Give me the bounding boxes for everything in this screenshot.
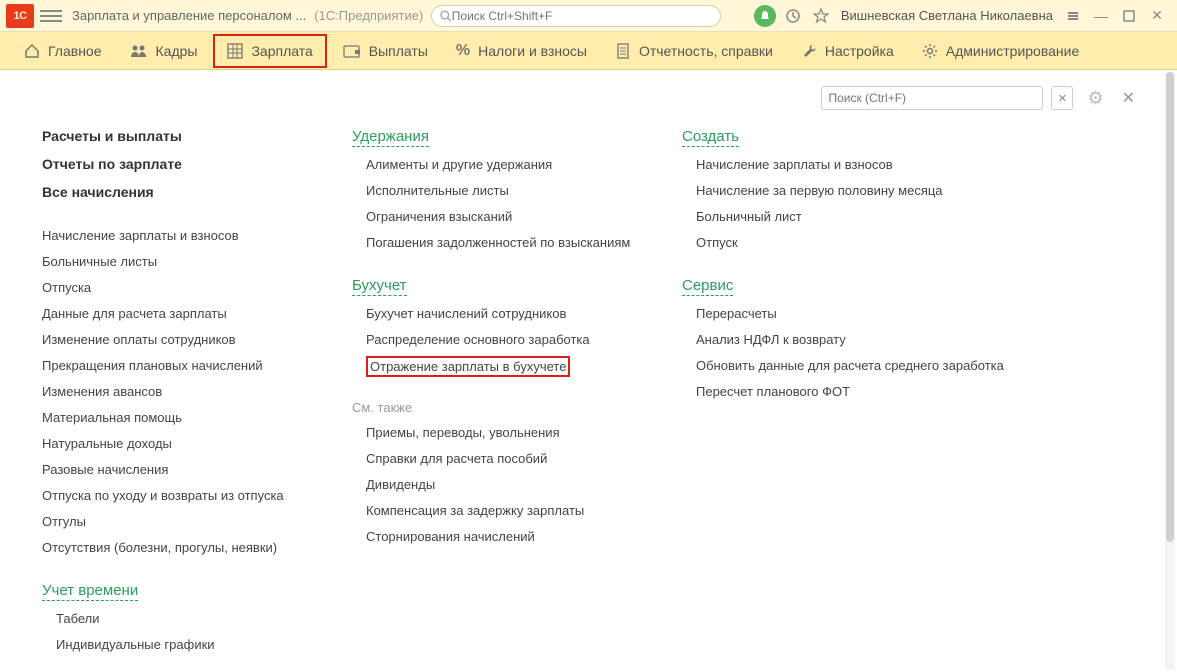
menu-label: Выплаты [369, 43, 428, 59]
nav-link[interactable]: Начисление зарплаты и взносов [42, 228, 312, 243]
nav-link[interactable]: Алименты и другие удержания [366, 157, 642, 172]
app-title: Зарплата и управление персоналом ... [72, 8, 306, 23]
nav-link[interactable]: Изменение оплаты сотрудников [42, 332, 312, 347]
nav-link[interactable]: Разовые начисления [42, 462, 312, 477]
nav-link[interactable]: Отчеты по зарплате [42, 156, 312, 172]
nav-link[interactable]: Справки для расчета пособий [366, 451, 642, 466]
nav-link[interactable]: Приемы, переводы, увольнения [366, 425, 642, 440]
nav-link[interactable]: Табели [56, 611, 312, 626]
user-name[interactable]: Вишневская Светлана Николаевна [841, 8, 1053, 23]
nav-link[interactable]: Натуральные доходы [42, 436, 312, 451]
wallet-icon [343, 43, 361, 59]
nav-link[interactable]: Начисление зарплаты и взносов [696, 157, 1022, 172]
history-icon[interactable] [782, 5, 804, 27]
nav-link[interactable]: Отпуск [696, 235, 1022, 250]
nav-link[interactable]: Данные для расчета зарплаты [42, 306, 312, 321]
nav-link[interactable]: Ограничения взысканий [366, 209, 642, 224]
menu-home[interactable]: Главное [10, 32, 116, 70]
nav-link[interactable]: Отпуска по уходу и возвраты из отпуска [42, 488, 312, 503]
nav-link[interactable]: Компенсация за задержку зарплаты [366, 503, 642, 518]
menu-label: Отчетность, справки [639, 43, 773, 59]
menu-label: Настройка [825, 43, 894, 59]
menu-label: Главное [48, 43, 102, 59]
settings-icon[interactable]: ⚙ [1087, 88, 1103, 109]
scrollbar[interactable] [1165, 72, 1175, 670]
nav-link[interactable]: Анализ НДФЛ к возврату [696, 332, 1022, 347]
menu-percent[interactable]: % Налоги и взносы [442, 32, 601, 70]
nav-link[interactable]: Дивиденды [366, 477, 642, 492]
grid-icon [227, 43, 243, 59]
close-panel-icon[interactable]: ✕ [1122, 88, 1135, 108]
nav-link[interactable]: Отпуска [42, 280, 312, 295]
global-search-input[interactable] [452, 9, 713, 23]
percent-icon: % [456, 42, 470, 60]
nav-link[interactable]: Материальная помощь [42, 410, 312, 425]
wrench-icon [801, 43, 817, 59]
nav-link[interactable]: Отсутствия (болезни, прогулы, неявки) [42, 540, 312, 555]
nav-link[interactable]: Исполнительные листы [366, 183, 642, 198]
nav-link[interactable]: Отгулы [42, 514, 312, 529]
app-logo: 1C [6, 4, 34, 28]
nav-link[interactable]: Все начисления [42, 184, 312, 200]
nav-link[interactable]: Расчеты и выплаты [42, 128, 312, 144]
menu-grid[interactable]: Зарплата [213, 34, 326, 68]
nav-link[interactable]: Бухучет начислений сотрудников [366, 306, 642, 321]
nav-link[interactable]: Пересчет планового ФОТ [696, 384, 1022, 399]
minimize-button[interactable]: — [1087, 5, 1115, 27]
clear-search-button[interactable]: ✕ [1051, 86, 1073, 110]
search-icon [440, 10, 452, 22]
menu-wrench[interactable]: Настройка [787, 32, 908, 70]
nav-link[interactable]: Обновить данные для расчета среднего зар… [696, 358, 1022, 373]
menu-label: Зарплата [251, 43, 312, 59]
maximize-button[interactable] [1115, 5, 1143, 27]
notifications-icon[interactable] [754, 5, 776, 27]
section-header[interactable]: Бухучет [352, 277, 407, 296]
favorite-icon[interactable] [810, 5, 832, 27]
local-search-input[interactable] [821, 86, 1043, 110]
nav-link[interactable]: Индивидуальные графики [56, 637, 312, 652]
nav-link[interactable]: Распределение основного заработка [366, 332, 642, 347]
home-icon [24, 43, 40, 59]
gear-icon [922, 43, 938, 59]
menu-label: Кадры [156, 43, 198, 59]
menu-burger-icon[interactable] [40, 10, 62, 22]
subheader: См. также [352, 400, 642, 415]
section-header[interactable]: Удержания [352, 128, 429, 147]
nav-link[interactable]: Изменения авансов [42, 384, 312, 399]
nav-link[interactable]: Больничный лист [696, 209, 1022, 224]
menu-wallet[interactable]: Выплаты [329, 32, 442, 70]
nav-link[interactable]: Больничные листы [42, 254, 312, 269]
menu-label: Администрирование [946, 43, 1080, 59]
section-header[interactable]: Сервис [682, 277, 733, 296]
nav-link[interactable]: Прекращения плановых начислений [42, 358, 312, 373]
user-menu-icon[interactable] [1062, 5, 1084, 27]
menu-doc[interactable]: Отчетность, справки [601, 32, 787, 70]
section-header[interactable]: Учет времени [42, 582, 138, 601]
platform-label: (1С:Предприятие) [314, 8, 423, 23]
nav-link[interactable]: Начисление за первую половину месяца [696, 183, 1022, 198]
menu-people[interactable]: Кадры [116, 32, 212, 70]
menu-gear[interactable]: Администрирование [908, 32, 1094, 70]
people-icon [130, 43, 148, 59]
section-header[interactable]: Создать [682, 128, 739, 147]
nav-link[interactable]: Сторнирования начислений [366, 529, 642, 544]
nav-link[interactable]: Перерасчеты [696, 306, 1022, 321]
nav-link[interactable]: Погашения задолженностей по взысканиям [366, 235, 642, 250]
global-search[interactable] [431, 5, 721, 27]
doc-icon [615, 43, 631, 59]
menu-label: Налоги и взносы [478, 43, 587, 59]
close-button[interactable]: ✕ [1143, 5, 1171, 27]
nav-link[interactable]: Отражение зарплаты в бухучете [366, 356, 570, 377]
scroll-thumb[interactable] [1166, 72, 1174, 542]
